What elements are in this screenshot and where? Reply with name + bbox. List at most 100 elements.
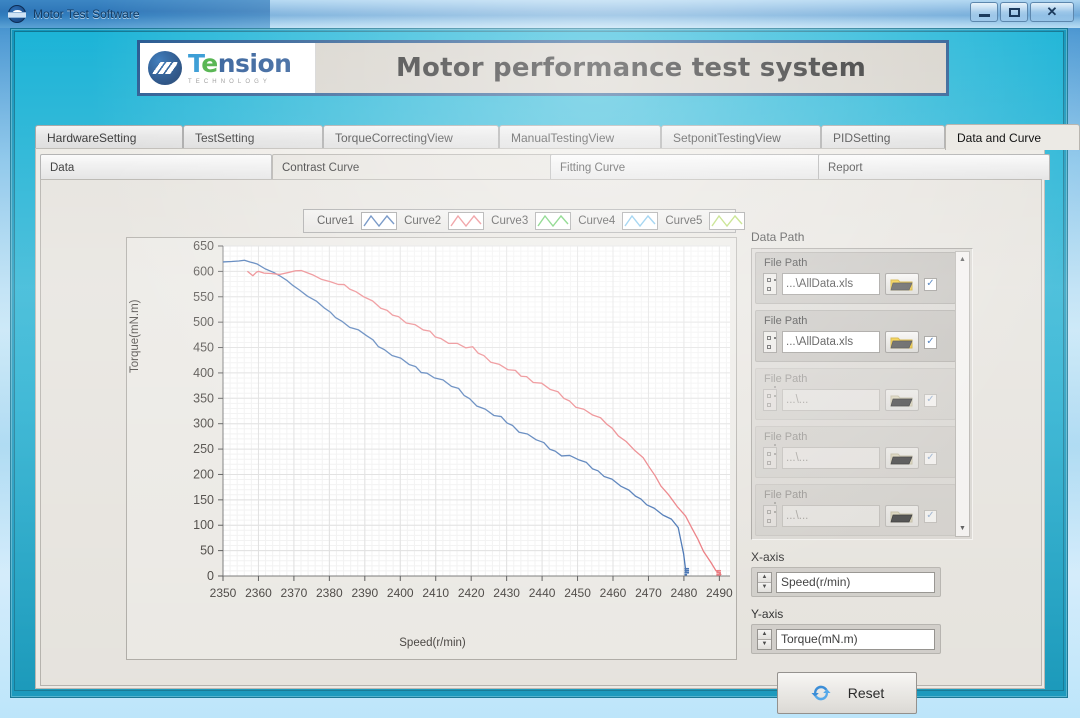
browse-folder-button[interactable] <box>885 331 919 353</box>
legend-swatch-curve4[interactable] <box>622 212 659 230</box>
x-axis-input[interactable]: Speed(r/min) <box>776 571 935 593</box>
sub-tab-data[interactable]: Data <box>40 154 272 180</box>
legend-label: Curve5 <box>665 215 703 227</box>
sub-tab-contrast-curve[interactable]: Contrast Curve <box>272 154 554 180</box>
legend-swatch-curve1[interactable] <box>361 212 398 230</box>
data-path-scrollbar[interactable]: ▲ ▼ <box>955 251 970 537</box>
maximize-button[interactable] <box>1000 2 1028 22</box>
logo-letter-e: e <box>201 49 218 78</box>
refresh-icon <box>811 685 831 701</box>
sub-tab-strip: Data Contrast Curve Fitting Curve Report <box>40 154 1050 180</box>
logo-tagline: TECHNOLOGY <box>188 79 272 85</box>
data-path-list[interactable]: File Path ...\AllData.xls ✓ File Path ...\Al… <box>751 248 973 540</box>
logo-wordmark: Tension TECHNOLOGY <box>188 49 292 85</box>
main-tab-hardwaresetting[interactable]: HardwareSetting <box>35 125 183 149</box>
main-tab-manualtestingview[interactable]: ManualTestingView <box>499 125 661 149</box>
file-path-controls: ...\... ✓ <box>763 505 937 527</box>
file-path-input[interactable]: ...\... <box>782 447 880 469</box>
tension-logo: Tension TECHNOLOGY <box>140 43 316 93</box>
file-path-checkbox[interactable]: ✓ <box>924 509 937 523</box>
svg-text:2480: 2480 <box>671 586 698 600</box>
file-path-row[interactable]: File Path ...\AllData.xls ✓ <box>755 310 956 362</box>
chart-container[interactable]: 0 50 100 150 200 250 300 350 400 450 500 550 600 650 2… <box>126 237 737 660</box>
legend-item-curve4[interactable]: Curve4 <box>571 212 659 230</box>
legend-item-curve1[interactable]: Curve1 <box>310 212 398 230</box>
file-path-checkbox[interactable]: ✓ <box>924 451 937 465</box>
file-path-row[interactable]: File Path ...\... ✓ <box>755 426 956 478</box>
browse-folder-button[interactable] <box>885 505 919 527</box>
minimize-button[interactable] <box>970 2 998 22</box>
minimize-icon <box>978 13 990 17</box>
y-axis-spinner[interactable]: ▲ ▼ <box>757 628 772 650</box>
main-tab-data-and-curve[interactable]: Data and Curve <box>945 124 1080 150</box>
close-button[interactable]: ✕ <box>1030 2 1074 22</box>
app-globe-icon <box>8 5 26 23</box>
y-axis-input[interactable]: Torque(mN.m) <box>776 628 935 650</box>
scroll-down-icon[interactable]: ▼ <box>956 522 969 535</box>
svg-text:2450: 2450 <box>564 586 591 600</box>
sub-tab-label: Fitting Curve <box>560 161 626 174</box>
legend-swatch-curve3[interactable] <box>535 212 572 230</box>
main-tab-testsetting[interactable]: TestSetting <box>183 125 323 149</box>
x-spin-up-icon[interactable]: ▲ <box>758 572 771 583</box>
svg-text:2360: 2360 <box>245 586 272 600</box>
main-tab-torquecorrectingview[interactable]: TorqueCorrectingView <box>323 125 499 149</box>
file-path-input[interactable]: ...\AllData.xls <box>782 331 880 353</box>
title-bar <box>0 0 1080 28</box>
svg-text:2370: 2370 <box>281 586 308 600</box>
file-path-label: File Path <box>764 489 808 501</box>
file-path-row[interactable]: File Path ...\AllData.xls ✓ <box>755 252 956 304</box>
legend-item-curve3[interactable]: Curve3 <box>484 212 572 230</box>
file-path-label: File Path <box>764 431 808 443</box>
svg-text:100: 100 <box>193 518 214 532</box>
file-path-checkbox[interactable]: ✓ <box>924 393 937 407</box>
file-path-row[interactable]: File Path ...\... ✓ <box>755 368 956 420</box>
browse-folder-button[interactable] <box>885 389 919 411</box>
legend-swatch-curve5[interactable] <box>709 212 746 230</box>
file-path-controls: ...\... ✓ <box>763 447 937 469</box>
file-path-label: File Path <box>764 257 808 269</box>
legend-item-curve5[interactable]: Curve5 <box>658 212 746 230</box>
y-axis-control[interactable]: ▲ ▼ Torque(mN.m) <box>751 624 941 654</box>
sub-tab-report[interactable]: Report <box>818 154 1050 180</box>
svg-text:300: 300 <box>193 417 214 431</box>
file-path-input[interactable]: ...\... <box>782 389 880 411</box>
y-spin-down-icon[interactable]: ▼ <box>758 639 771 649</box>
file-path-input[interactable]: ...\... <box>782 505 880 527</box>
file-path-controls: ...\... ✓ <box>763 389 937 411</box>
app-banner: Tension TECHNOLOGY Motor performance tes… <box>137 40 949 96</box>
main-tab-label: PIDSetting <box>833 130 891 145</box>
x-axis-control[interactable]: ▲ ▼ Speed(r/min) <box>751 567 941 597</box>
x-spin-down-icon[interactable]: ▼ <box>758 582 771 592</box>
browse-folder-button[interactable] <box>885 447 919 469</box>
svg-text:250: 250 <box>193 442 214 456</box>
file-path-checkbox[interactable]: ✓ <box>924 277 937 291</box>
svg-text:2410: 2410 <box>422 586 449 600</box>
file-path-checkbox[interactable]: ✓ <box>924 335 937 349</box>
content-panel: Data Contrast Curve Fitting Curve Report Cu… <box>35 148 1050 714</box>
main-tab-setponittestingview[interactable]: SetponitTestingView <box>661 125 821 149</box>
file-path-row[interactable]: File Path ...\... ✓ <box>755 484 956 536</box>
file-path-controls: ...\AllData.xls ✓ <box>763 273 937 295</box>
browse-folder-button[interactable] <box>885 273 919 295</box>
svg-text:0: 0 <box>207 569 214 583</box>
file-path-input[interactable]: ...\AllData.xls <box>782 273 880 295</box>
scroll-up-icon[interactable]: ▲ <box>956 253 969 266</box>
x-axis-spinner[interactable]: ▲ ▼ <box>757 571 772 593</box>
sub-tab-fitting-curve[interactable]: Fitting Curve <box>550 154 822 180</box>
svg-text:500: 500 <box>193 315 214 329</box>
y-spin-up-icon[interactable]: ▲ <box>758 629 771 640</box>
y-axis-title: Torque(mN.m) <box>129 299 141 373</box>
window-controls: ✕ <box>970 2 1074 22</box>
legend-swatch-curve2[interactable] <box>448 212 485 230</box>
legend-item-curve2[interactable]: Curve2 <box>397 212 485 230</box>
sub-tab-label: Contrast Curve <box>282 161 360 174</box>
main-tab-pidsetting[interactable]: PIDSetting <box>821 125 945 149</box>
main-tab-label: TestSetting <box>195 130 255 145</box>
svg-text:2490: 2490 <box>706 586 733 600</box>
main-tab-label: Data and Curve <box>957 130 1042 145</box>
reset-button[interactable]: Reset <box>777 672 917 714</box>
svg-text:2390: 2390 <box>351 586 378 600</box>
main-tab-label: ManualTestingView <box>511 130 615 145</box>
chart-inner: 0 50 100 150 200 250 300 350 400 450 500 550 600 650 2… <box>127 238 736 659</box>
